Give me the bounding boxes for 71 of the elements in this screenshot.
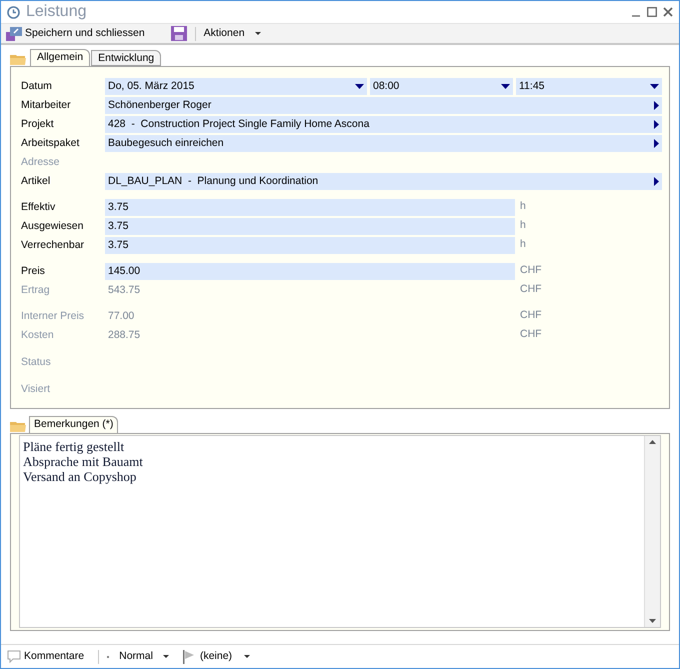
lookup-arrow-icon[interactable] [654,139,659,148]
field-label: Adresse [21,154,61,170]
tab[interactable]: Entwicklung [91,50,162,66]
field-label: Effektiv [21,200,56,215]
lookup-field[interactable]: Baubegesuch einreichen [105,135,662,152]
field-label: Ertrag [21,282,51,298]
scroll-up-icon[interactable] [649,440,656,444]
dropdown-arrow-icon[interactable] [501,84,510,89]
lookup-field[interactable]: Schönenberger Roger [105,97,662,114]
save-close-button[interactable]: Speichern und schliessen [6,26,145,42]
unit-label: CHF [520,263,542,278]
window-title: Leistung [26,2,86,22]
number-field: 77.00 [105,308,515,325]
unit-label: CHF [520,282,542,297]
scroll-down-icon[interactable] [649,619,656,623]
number-field[interactable]: 145.00 [105,263,515,280]
field-label: Preis [21,264,46,279]
close-icon[interactable] [663,7,673,17]
clock-icon [7,6,20,18]
remark-line: Versand an Copyshop [23,469,138,484]
time-field[interactable]: 08:00 [370,78,513,95]
dropdown-arrow-icon[interactable] [355,84,364,89]
lookup-field[interactable]: DL_BAU_PLAN - Planung und Koordination [105,173,662,190]
unit-label: CHF [520,308,542,323]
folder-icon [10,53,26,65]
field-label: Arbeitspaket [21,136,80,151]
remarks-tab[interactable]: Bemerkungen (*) [29,416,118,433]
maximize-icon[interactable] [647,7,657,17]
field-label: Projekt [21,116,55,132]
dropdown-arrow-icon[interactable] [650,84,659,89]
caret-icon [162,655,169,658]
scrollbar[interactable] [644,436,660,627]
date-field[interactable]: Do, 05. März 2015 [105,78,367,95]
number-field[interactable]: 3.75 [105,199,515,216]
field-label: Kosten [21,328,55,343]
number-field[interactable]: 3.75 [105,218,515,235]
field-label: Verrechenbar [21,238,86,253]
field-label: Artikel [21,174,52,189]
flag-icon [182,650,194,664]
save-icon[interactable] [170,26,187,41]
save-close-icon [6,26,22,40]
comments-button[interactable]: Kommentare [7,648,84,664]
field-label: Datum [21,78,53,94]
lookup-arrow-icon[interactable] [654,101,659,110]
time-field[interactable]: 11:45 [516,78,662,95]
speech-bubble-icon [7,650,21,664]
lookup-arrow-icon[interactable] [654,177,659,186]
number-field[interactable]: 3.75 [105,237,515,254]
caret-icon [254,32,261,35]
number-field: 543.75 [105,282,515,299]
unit-label: h [520,237,526,252]
caret-icon [244,655,250,658]
tab[interactable]: Allgemein [30,49,90,66]
field-label: Interner Preis [21,308,86,324]
lookup-arrow-icon[interactable] [654,120,659,129]
number-field: 288.75 [105,327,515,344]
unit-label: CHF [520,327,542,342]
field-label: Mitarbeiter [21,98,72,113]
actions-menu-button[interactable]: Aktionen [204,26,261,42]
priority-dropdown[interactable]: Normal [107,648,169,664]
remark-line: Absprache mit Bauamt [23,454,144,469]
unit-label: h [520,199,526,214]
field-label: Status [21,354,52,370]
folder-icon [10,420,26,432]
lookup-field[interactable]: 428 - Construction Project Single Family Home Ascona [105,116,662,133]
remark-line: Pläne fertig gestellt [23,439,126,454]
flag-dropdown[interactable]: (keine) [182,648,250,664]
field-label: Visiert [21,382,51,397]
field-label: Ausgewiesen [21,218,84,234]
remarks-textarea[interactable]: Pläne fertig gestellt Absprache mit Bauamt Versand an Copyshop [19,435,661,628]
unit-label: h [520,218,526,233]
